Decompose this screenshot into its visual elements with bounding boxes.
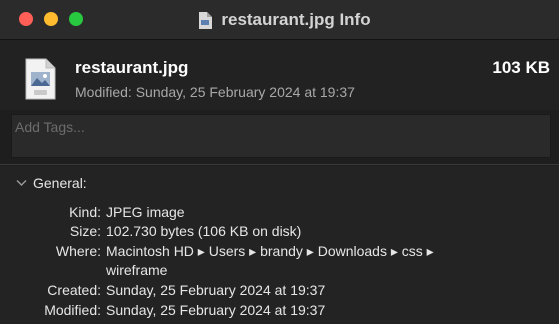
created-value: Sunday, 25 February 2024 at 19:37	[106, 282, 326, 298]
add-tags-input[interactable]	[12, 115, 550, 139]
where-path: Macintosh HD ▸ Users ▸ brandy ▸ Download…	[106, 243, 434, 259]
where-path-continued: wireframe	[106, 262, 168, 278]
jpeg-file-icon	[25, 58, 56, 100]
tags-field[interactable]	[11, 114, 551, 158]
kind-label: Kind:	[69, 204, 101, 220]
section-divider	[0, 164, 559, 165]
general-section-title: General:	[33, 175, 87, 191]
file-name: restaurant.jpg	[75, 58, 189, 77]
kind-value: JPEG image	[106, 204, 185, 220]
created-label: Created:	[47, 282, 101, 298]
size-label: Size:	[69, 223, 101, 239]
general-section: General: Kind: JPEG image Size: 102.730 …	[0, 166, 559, 324]
chevron-down-icon	[16, 180, 27, 186]
modified-label: Modified:	[44, 302, 101, 318]
file-size: 103 KB	[492, 58, 550, 77]
window-title-group: restaurant.jpg Info	[0, 0, 559, 40]
info-window: restaurant.jpg Info restaurant.jpg 103 K…	[0, 0, 559, 324]
file-header: restaurant.jpg 103 KB Modified: Sunday, …	[0, 40, 559, 110]
document-icon	[199, 11, 213, 29]
file-modified-date: Modified: Sunday, 25 February 2024 at 19…	[75, 84, 355, 100]
title-bar[interactable]: restaurant.jpg Info	[0, 0, 559, 40]
window-title: restaurant.jpg Info	[221, 10, 371, 29]
general-section-toggle[interactable]: General:	[16, 175, 87, 191]
modified-value: Sunday, 25 February 2024 at 19:37	[106, 302, 326, 318]
where-label: Where:	[55, 243, 101, 259]
size-value: 102.730 bytes (106 KB on disk)	[106, 223, 302, 239]
